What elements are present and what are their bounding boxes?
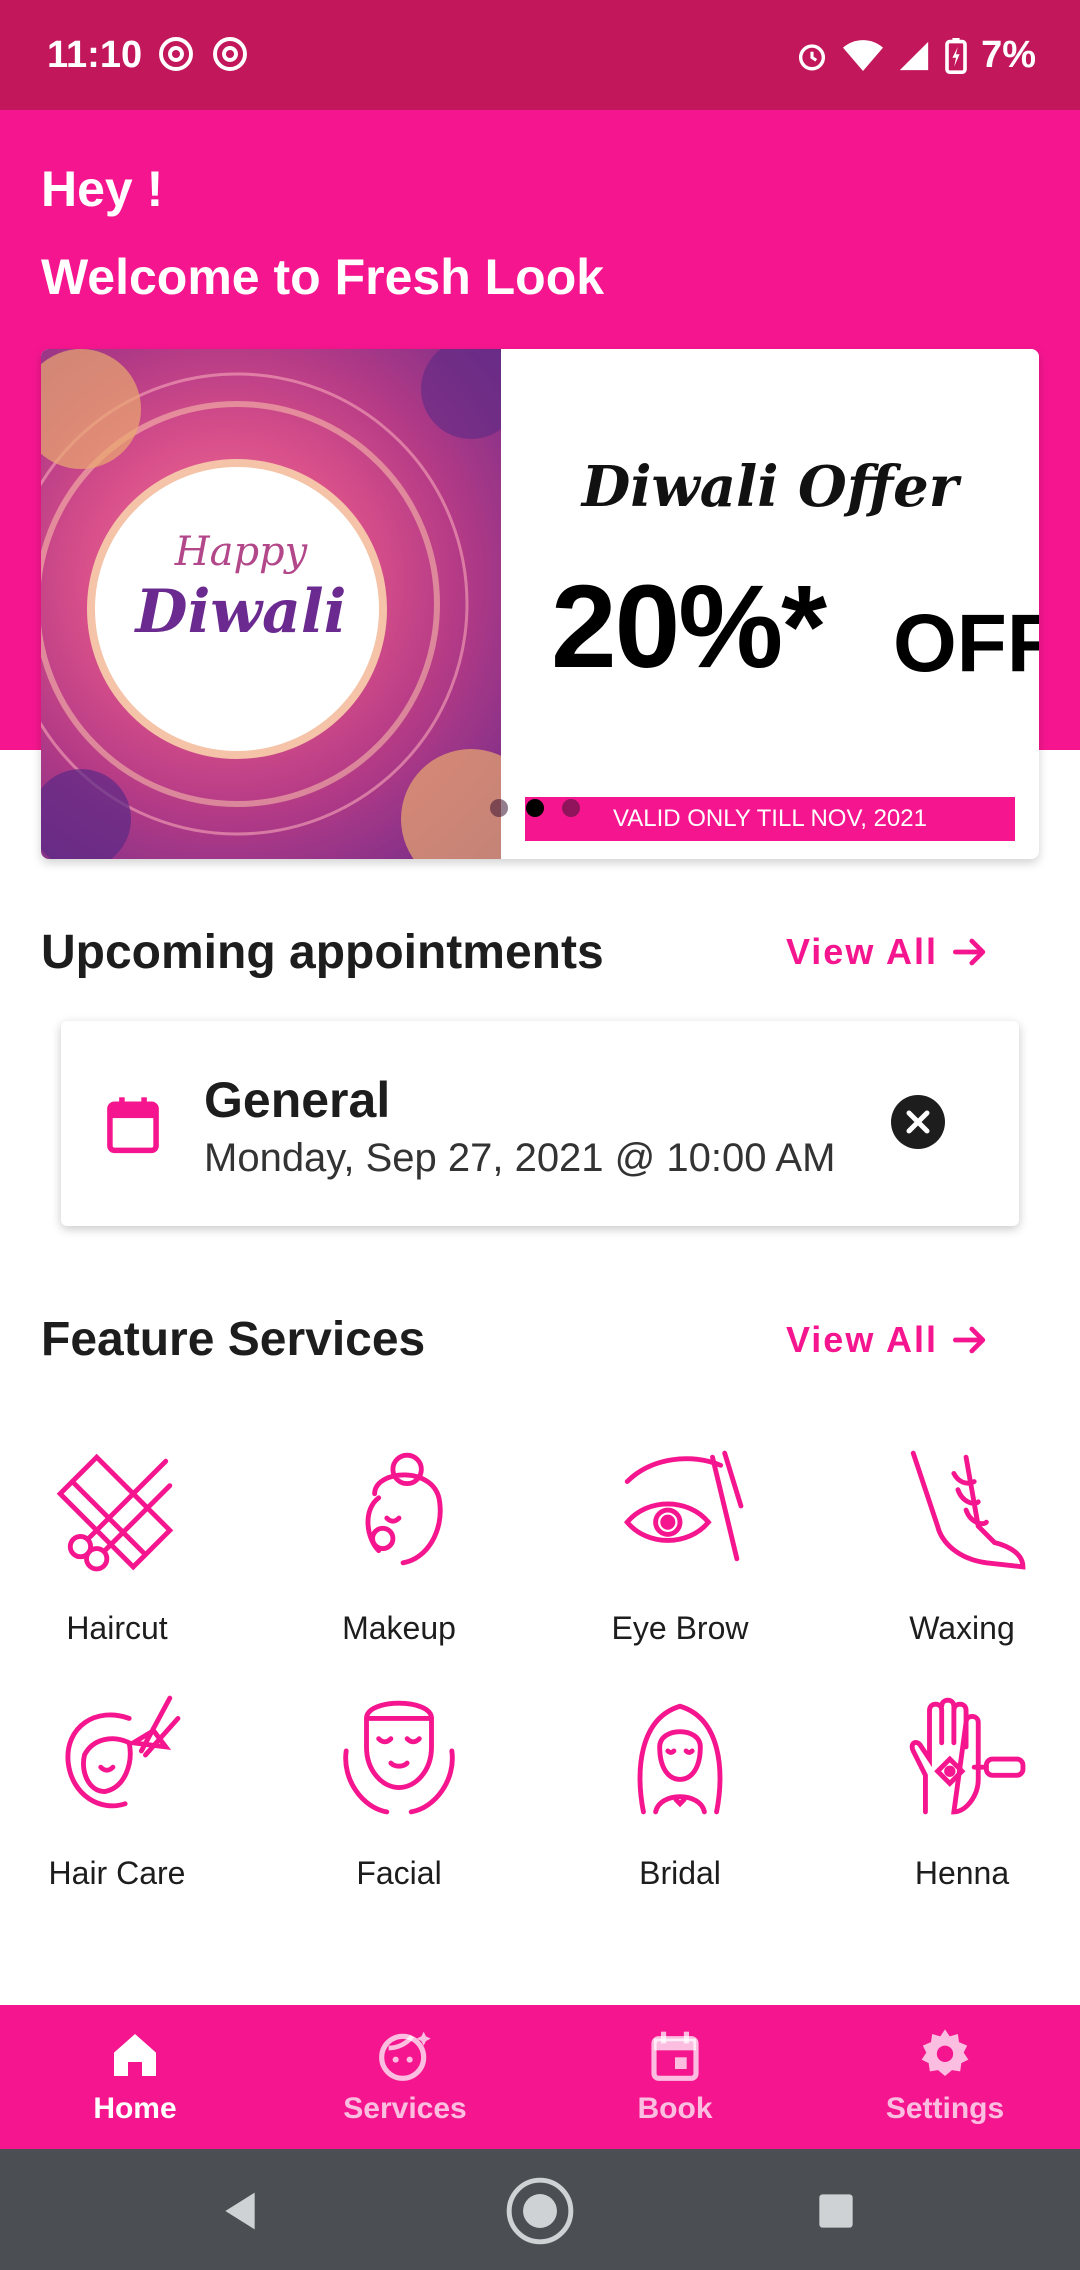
battery-icon — [945, 37, 967, 74]
happy-diwali-artwork: Happy Diwali — [41, 349, 501, 859]
cancel-appointment-button[interactable] — [891, 1095, 945, 1149]
alarm-icon — [799, 43, 826, 70]
services-view-all-link[interactable]: View All — [786, 1318, 992, 1362]
system-navigation-bar — [0, 2149, 1080, 2270]
appointment-card[interactable]: General Monday, Sep 27, 2021 @ 10:00 AM — [61, 1021, 1019, 1226]
makeup-face-icon — [365, 1452, 443, 1566]
service-label: Haircut — [66, 1610, 168, 1646]
offer-percent: 20%* — [551, 561, 827, 693]
carousel-indicator — [490, 799, 580, 817]
recents-icon[interactable] — [816, 2191, 856, 2231]
banner-happy-text: Happy — [174, 529, 308, 575]
gear-icon — [921, 2029, 969, 2076]
service-label: Hair Care — [48, 1855, 186, 1891]
offer-off: OFF — [893, 598, 1039, 689]
service-eye-brow[interactable]: Eye Brow — [545, 1445, 815, 1647]
nav-settings[interactable]: Settings — [810, 2005, 1080, 2149]
bottom-navigation: Home Services Book Settings — [0, 2005, 1080, 2149]
arrow-right-icon — [952, 1326, 986, 1354]
service-label: Henna — [914, 1855, 1010, 1891]
status-system-icons: 7% — [795, 34, 1036, 77]
offer-panel: Diwali Offer 20%* OFF VALID ONLY TILL NO… — [501, 349, 1039, 859]
nav-services[interactable]: Services — [270, 2005, 540, 2149]
service-label: Bridal — [639, 1855, 721, 1891]
nav-label: Services — [343, 2092, 467, 2125]
service-label: Makeup — [342, 1610, 456, 1646]
banner-diwali-text: Diwali — [135, 577, 347, 647]
service-hair-care[interactable]: Hair Care — [0, 1690, 252, 1892]
nav-book[interactable]: Book — [540, 2005, 810, 2149]
services-section-title: Feature Services — [41, 1313, 426, 1366]
view-all-label: View All — [785, 931, 938, 972]
service-label: Waxing — [909, 1610, 1015, 1646]
at-sign-icon — [213, 37, 247, 71]
appointment-datetime: Monday, Sep 27, 2021 @ 10:00 AM — [204, 1136, 836, 1180]
scissors-comb-icon — [56, 1453, 174, 1572]
welcome-text: Welcome to Fresh Look — [41, 249, 605, 305]
service-label: Eye Brow — [611, 1610, 749, 1646]
service-waxing[interactable]: Waxing — [827, 1445, 1080, 1647]
back-icon[interactable] — [218, 2189, 262, 2233]
status-time: 11:10 — [47, 34, 143, 76]
offer-title: Diwali Offer — [581, 454, 959, 520]
service-facial[interactable]: Facial — [264, 1690, 534, 1892]
hair-care-icon — [65, 1695, 181, 1809]
home-icon — [114, 2034, 156, 2076]
appointments-view-all-link[interactable]: View All — [786, 930, 992, 974]
home-circle-icon[interactable] — [503, 2174, 577, 2248]
view-all-label: View All — [785, 1319, 938, 1360]
carousel-dot-active[interactable] — [526, 799, 544, 817]
services-icon — [379, 2031, 431, 2081]
calendar-icon — [107, 1097, 159, 1154]
service-makeup[interactable]: Makeup — [264, 1445, 534, 1647]
battery-percent: 7% — [981, 34, 1036, 76]
service-label: Facial — [356, 1855, 442, 1891]
appointment-title: General — [204, 1072, 391, 1128]
at-sign-icon — [159, 37, 193, 71]
nav-label: Home — [93, 2092, 177, 2125]
greeting-text: Hey ! — [41, 161, 164, 217]
henna-hand-icon — [909, 1697, 1026, 1815]
close-icon — [906, 1110, 930, 1134]
appointments-section-title: Upcoming appointments — [41, 926, 604, 979]
signal-icon — [899, 41, 929, 70]
offer-validity: VALID ONLY TILL NOV, 2021 — [525, 797, 1015, 841]
leg-waxing-icon — [910, 1450, 1026, 1570]
calendar-icon — [651, 2031, 699, 2081]
wifi-icon — [843, 39, 884, 71]
offer-banner-carousel[interactable]: Happy Diwali Diwali Offer 20%* OFF VALID… — [41, 349, 1039, 859]
facial-icon — [343, 1700, 455, 1815]
eyebrow-icon — [624, 1450, 744, 1562]
carousel-dot[interactable] — [562, 799, 580, 817]
nav-label: Book — [637, 2092, 713, 2125]
status-bar: 11:10 7% — [0, 0, 1080, 110]
nav-label: Settings — [885, 2092, 1005, 2125]
service-haircut[interactable]: Haircut — [0, 1445, 252, 1647]
service-henna[interactable]: Henna — [827, 1690, 1080, 1892]
arrow-right-icon — [952, 938, 986, 966]
service-bridal[interactable]: Bridal — [545, 1690, 815, 1892]
bridal-icon — [637, 1703, 723, 1815]
carousel-dot[interactable] — [490, 799, 508, 817]
status-notification-icons — [158, 36, 248, 72]
nav-home[interactable]: Home — [0, 2005, 270, 2149]
